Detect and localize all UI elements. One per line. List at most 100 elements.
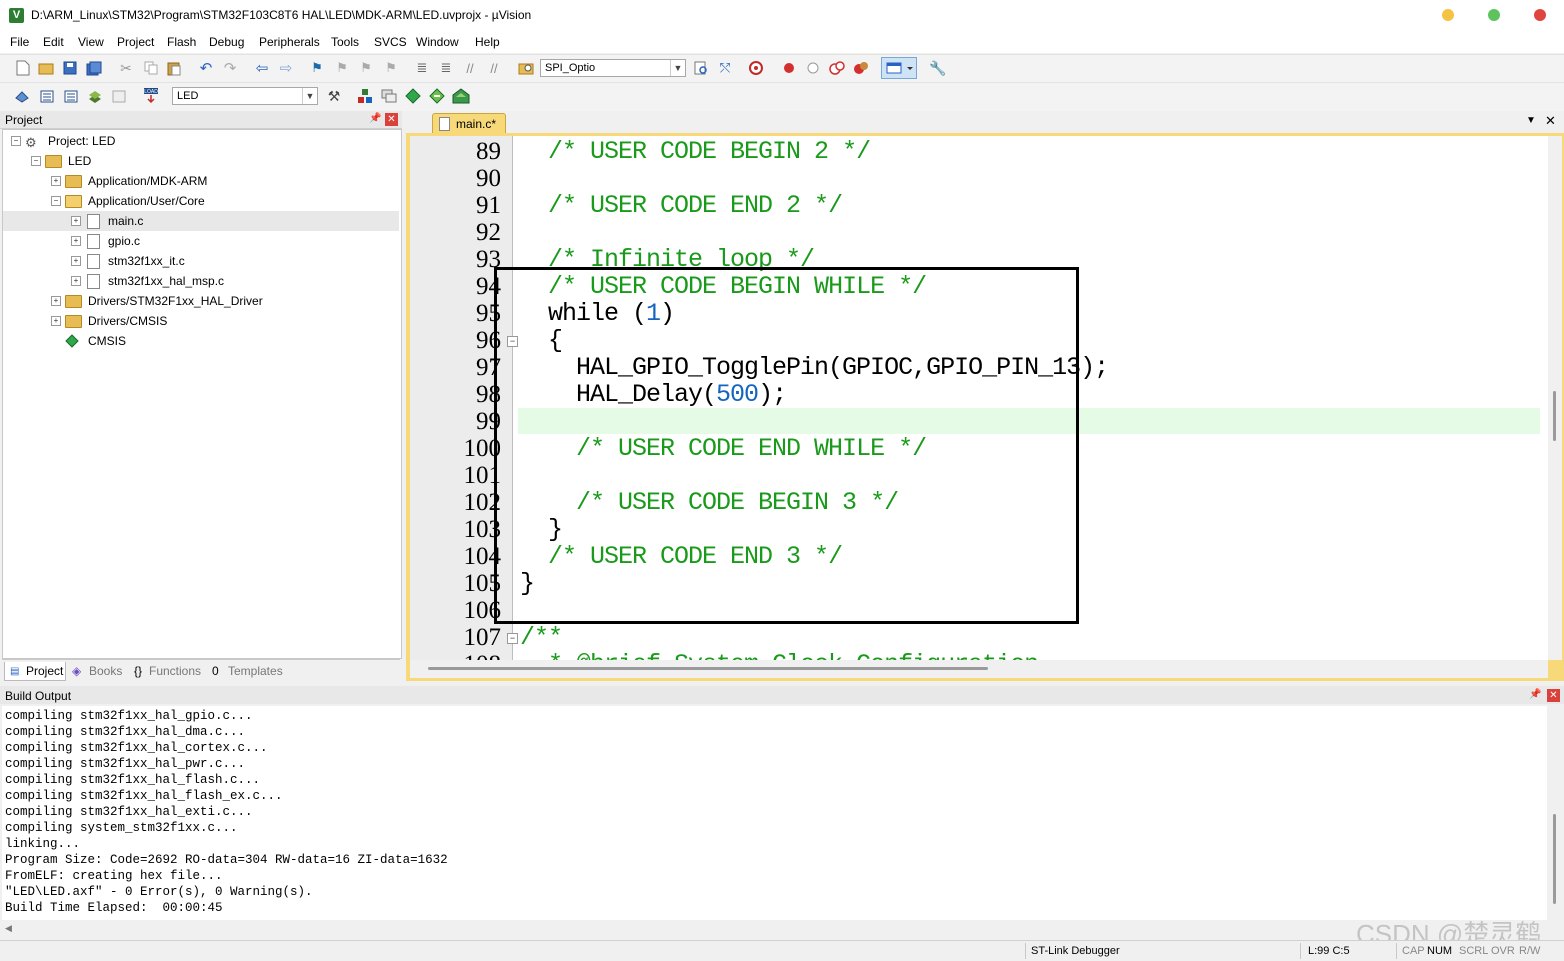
- chevron-down-icon[interactable]: ▼: [670, 60, 685, 76]
- tree-item-cmsis[interactable]: CMSIS: [3, 331, 399, 351]
- close-button[interactable]: [1534, 9, 1546, 21]
- menu-debug[interactable]: Debug: [209, 35, 244, 49]
- close-icon[interactable]: ✕: [1547, 689, 1560, 702]
- paste-icon[interactable]: [165, 59, 183, 77]
- runtime-environment-icon[interactable]: [452, 87, 470, 105]
- scroll-thumb[interactable]: [428, 667, 988, 670]
- comment-icon[interactable]: //: [461, 59, 479, 77]
- window-layout-icon[interactable]: [881, 57, 917, 79]
- menu-view[interactable]: View: [78, 35, 104, 49]
- open-icon[interactable]: [37, 59, 55, 77]
- incremental-find-icon[interactable]: ⤲: [716, 59, 734, 77]
- menu-svcs[interactable]: SVCS: [374, 35, 407, 49]
- expand-icon[interactable]: +: [71, 236, 81, 246]
- scroll-thumb[interactable]: [1553, 391, 1556, 441]
- tree-item-target-led[interactable]: − LED: [3, 151, 399, 171]
- kill-all-breakpoints-icon[interactable]: [852, 59, 870, 77]
- tab-templates[interactable]: 0 Templates: [210, 662, 290, 680]
- kill-breakpoints-icon[interactable]: [828, 59, 846, 77]
- chevron-down-icon[interactable]: ▼: [302, 88, 317, 104]
- tree-item-stm32f1xx-it-c[interactable]: + stm32f1xx_it.c: [3, 251, 399, 271]
- expand-icon[interactable]: +: [71, 216, 81, 226]
- disable-breakpoint-icon[interactable]: [804, 59, 822, 77]
- menu-help[interactable]: Help: [475, 35, 500, 49]
- scroll-thumb[interactable]: [1553, 814, 1556, 904]
- file-extensions-icon[interactable]: [380, 87, 398, 105]
- bookmark-next-icon[interactable]: ⚑: [357, 59, 375, 77]
- find-in-files-icon[interactable]: [517, 59, 535, 77]
- build-output-pane[interactable]: compiling stm32f1xx_hal_gpio.c... compil…: [2, 706, 1547, 920]
- find-icon[interactable]: [692, 59, 710, 77]
- uncomment-icon[interactable]: //: [485, 59, 503, 77]
- expand-icon[interactable]: +: [51, 176, 61, 186]
- configure-icon[interactable]: 🔧: [929, 59, 947, 77]
- manage-components-icon[interactable]: [356, 87, 374, 105]
- pin-icon[interactable]: 📌: [1529, 689, 1541, 700]
- unindent-icon[interactable]: ≣: [437, 59, 455, 77]
- menu-project[interactable]: Project: [117, 35, 154, 49]
- stop-build-icon[interactable]: [110, 87, 128, 105]
- tab-functions[interactable]: {} Functions: [132, 662, 208, 680]
- menu-edit[interactable]: Edit: [43, 35, 64, 49]
- expand-icon[interactable]: +: [51, 296, 61, 306]
- save-icon[interactable]: [61, 59, 79, 77]
- close-icon[interactable]: ✕: [385, 113, 398, 126]
- breakpoint-icon[interactable]: [780, 59, 798, 77]
- close-icon[interactable]: ✕: [1545, 113, 1556, 129]
- target-options-icon[interactable]: ⚒: [325, 87, 343, 105]
- tree-item-application-user-core[interactable]: − Application/User/Core: [3, 191, 399, 211]
- new-file-icon[interactable]: [14, 59, 32, 77]
- download-icon[interactable]: LOAD: [142, 87, 160, 105]
- collapse-icon[interactable]: −: [11, 136, 21, 146]
- nav-forward-icon[interactable]: ⇨: [277, 59, 295, 77]
- build-horizontal-scrollbar[interactable]: ◀: [2, 920, 1547, 938]
- expand-icon[interactable]: +: [51, 316, 61, 326]
- find-combo[interactable]: SPI_Optio ▼: [540, 59, 686, 77]
- translate-icon[interactable]: [13, 87, 31, 105]
- save-all-icon[interactable]: [85, 59, 103, 77]
- expand-icon[interactable]: +: [71, 256, 81, 266]
- menu-window[interactable]: Window: [416, 35, 459, 49]
- cut-icon[interactable]: ✂: [117, 59, 135, 77]
- indent-icon[interactable]: ≣: [413, 59, 431, 77]
- maximize-button[interactable]: [1488, 9, 1500, 21]
- tree-item-project-led[interactable]: − ⚙ Project: LED: [3, 131, 399, 151]
- tree-item-gpio-c[interactable]: + gpio.c: [3, 231, 399, 251]
- redo-icon[interactable]: ↷: [221, 59, 239, 77]
- tree-item-drivers-cmsis[interactable]: + Drivers/CMSIS: [3, 311, 399, 331]
- menu-file[interactable]: File: [10, 35, 29, 49]
- tab-books[interactable]: ◈ Books: [70, 662, 130, 680]
- menu-flash[interactable]: Flash: [167, 35, 196, 49]
- scroll-left-icon[interactable]: ◀: [5, 923, 12, 934]
- select-packs-icon[interactable]: [404, 87, 422, 105]
- tab-main-c[interactable]: main.c*: [432, 113, 506, 134]
- tree-item-main-c[interactable]: + main.c: [3, 211, 399, 231]
- rebuild-icon[interactable]: [62, 87, 80, 105]
- tree-item-drivers-hal[interactable]: + Drivers/STM32F1xx_HAL_Driver: [3, 291, 399, 311]
- editor-vertical-scrollbar[interactable]: [1548, 136, 1562, 660]
- copy-icon[interactable]: [142, 59, 160, 77]
- pack-installer-icon[interactable]: [428, 87, 446, 105]
- chevron-down-icon[interactable]: ▼: [1526, 115, 1536, 126]
- collapse-icon[interactable]: −: [51, 196, 61, 206]
- editor-horizontal-scrollbar[interactable]: [410, 660, 1548, 678]
- pin-icon[interactable]: 📌: [369, 113, 381, 124]
- menu-tools[interactable]: Tools: [331, 35, 359, 49]
- bookmark-icon[interactable]: ⚑: [308, 59, 326, 77]
- menu-peripherals[interactable]: Peripherals: [259, 35, 320, 49]
- build-vertical-scrollbar[interactable]: [1547, 706, 1562, 938]
- debug-session-icon[interactable]: [747, 59, 765, 77]
- bookmark-clear-icon[interactable]: ⚑: [382, 59, 400, 77]
- tree-item-application-mdk-arm[interactable]: + Application/MDK-ARM: [3, 171, 399, 191]
- expand-icon[interactable]: +: [71, 276, 81, 286]
- fold-collapse-icon[interactable]: −: [507, 633, 518, 644]
- target-combo[interactable]: LED ▼: [172, 87, 318, 105]
- tab-project[interactable]: ▤ Project: [4, 662, 66, 681]
- nav-back-icon[interactable]: ⇦: [253, 59, 271, 77]
- bookmark-prev-icon[interactable]: ⚑: [333, 59, 351, 77]
- build-icon[interactable]: [38, 87, 56, 105]
- minimize-button[interactable]: [1442, 9, 1454, 21]
- batch-build-icon[interactable]: [86, 87, 104, 105]
- tree-item-stm32f1xx-hal-msp-c[interactable]: + stm32f1xx_hal_msp.c: [3, 271, 399, 291]
- undo-icon[interactable]: ↶: [197, 59, 215, 77]
